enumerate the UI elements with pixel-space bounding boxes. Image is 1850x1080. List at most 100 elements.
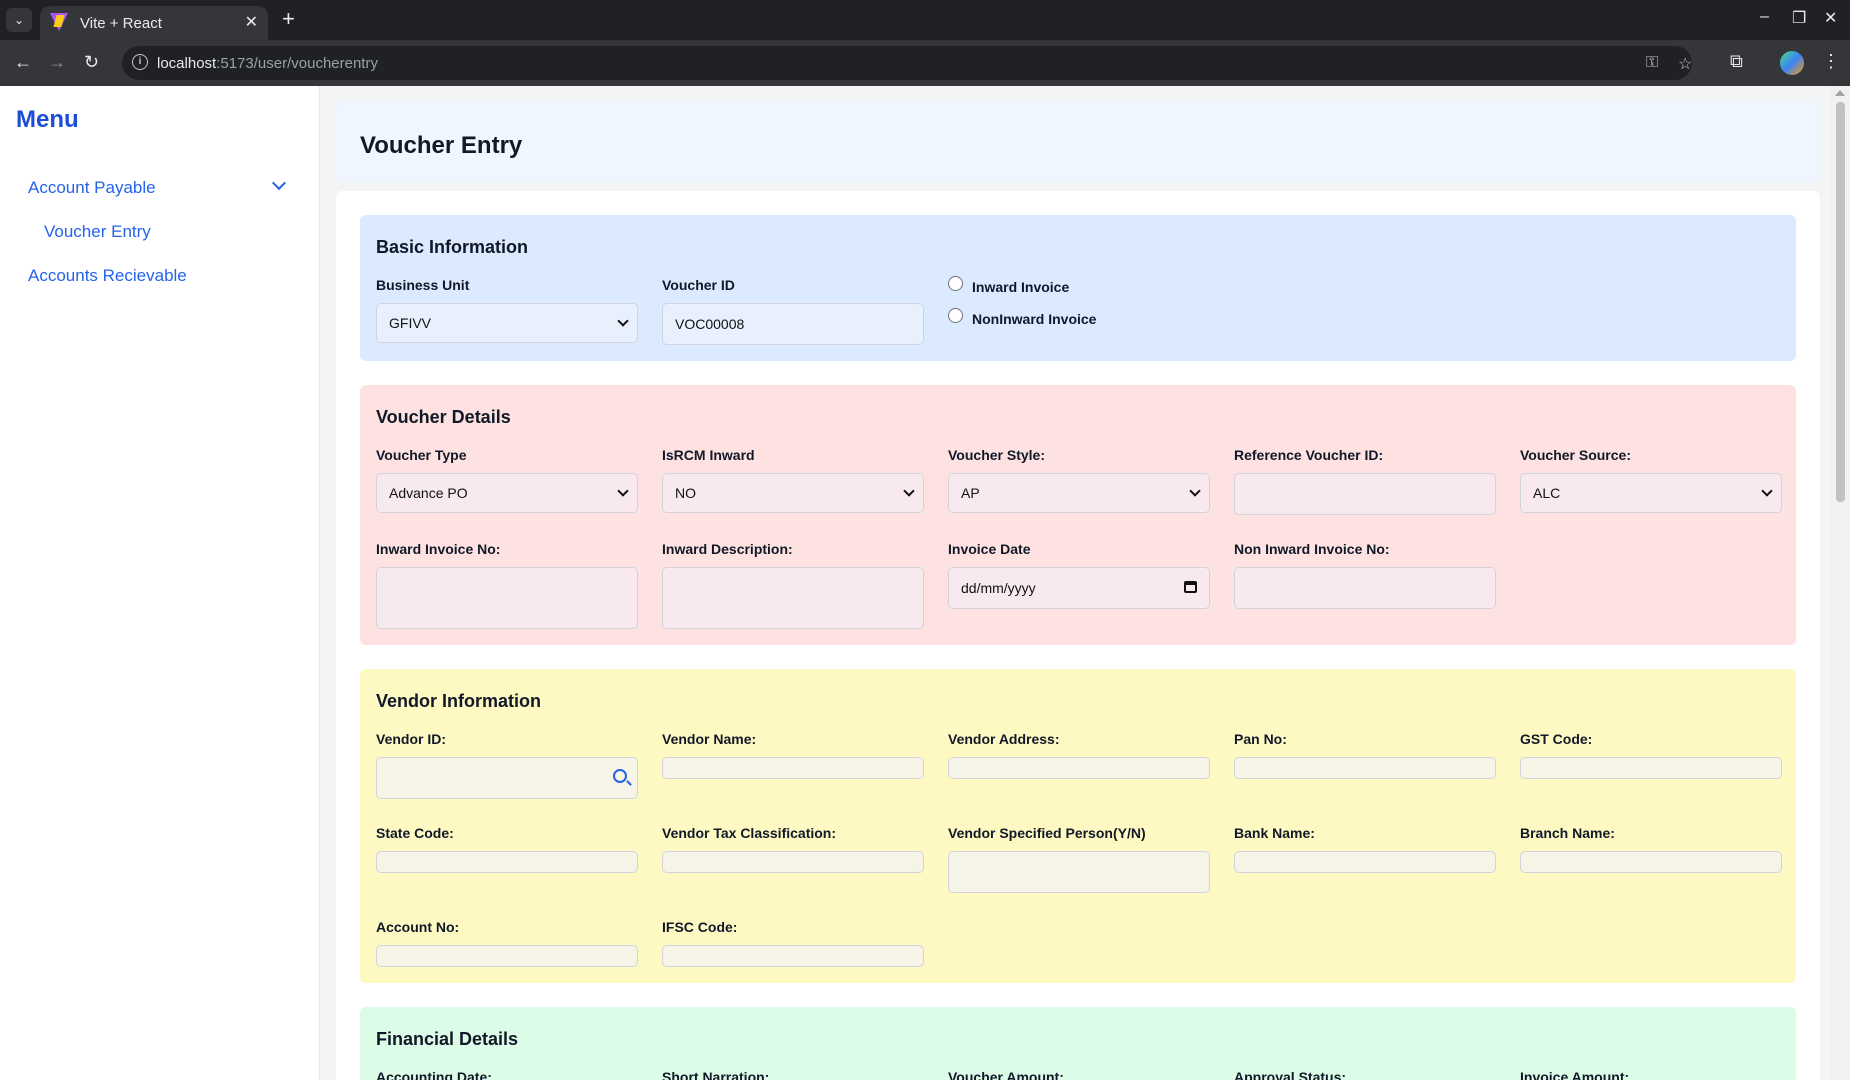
voucher-id-input[interactable]: VOC00008 <box>662 303 924 345</box>
voucher-id-value: VOC00008 <box>675 316 745 332</box>
voucher-details-section: Voucher Details Voucher Type Advance PO … <box>360 385 1796 645</box>
voucher-style-select[interactable]: AP <box>948 473 1210 513</box>
gst-code-input[interactable] <box>1520 757 1782 779</box>
minimize-icon[interactable]: – <box>1760 8 1769 26</box>
page-title: Voucher Entry <box>360 132 523 159</box>
approval-status-label: Approval Status: <box>1234 1069 1347 1080</box>
calendar-icon[interactable] <box>1184 581 1197 593</box>
vendor-tax-classification-input[interactable] <box>662 851 924 873</box>
state-code-input[interactable] <box>376 851 638 873</box>
page-scrollbar[interactable] <box>1830 86 1850 1080</box>
inward-invoice-label: Inward Invoice <box>972 279 1070 295</box>
new-tab-icon[interactable]: + <box>282 8 295 30</box>
search-icon[interactable] <box>613 769 627 783</box>
noninward-invoice-label: NonInward Invoice <box>972 311 1097 327</box>
reference-voucher-id-input[interactable] <box>1234 473 1496 515</box>
sidebar-item-account-payable[interactable]: Account Payable <box>28 178 156 198</box>
account-no-label: Account No: <box>376 919 460 935</box>
sidebar-item-accounts-recievable[interactable]: Accounts Recievable <box>28 266 187 286</box>
ifsc-code-input[interactable] <box>662 945 924 967</box>
voucher-source-select[interactable]: ALC <box>1520 473 1782 513</box>
chevron-down-icon[interactable] <box>271 175 287 191</box>
vendor-id-input[interactable] <box>376 757 638 799</box>
forward-icon[interactable]: → <box>48 52 66 72</box>
extensions-icon[interactable]: ⧉ <box>1730 51 1743 72</box>
url-text: localhost:5173/user/voucherentry <box>157 55 378 72</box>
reference-voucher-id-label: Reference Voucher ID: <box>1234 447 1384 463</box>
scrollbar-thumb[interactable] <box>1836 102 1845 502</box>
non-inward-invoice-no-input[interactable] <box>1234 567 1496 609</box>
close-window-icon[interactable]: ✕ <box>1824 8 1837 28</box>
business-unit-label: Business Unit <box>376 277 470 293</box>
isrcm-inward-select[interactable]: NO <box>662 473 924 513</box>
vendor-name-input[interactable] <box>662 757 924 779</box>
vendor-address-label: Vendor Address: <box>948 731 1060 747</box>
scroll-up-icon[interactable] <box>1835 90 1845 96</box>
profile-avatar[interactable] <box>1780 51 1804 75</box>
back-icon[interactable]: ← <box>14 52 32 72</box>
password-key-icon[interactable]: ⚿ <box>1646 54 1658 72</box>
section-title: Basic Information <box>376 237 529 257</box>
vendor-address-input[interactable] <box>948 757 1210 779</box>
reload-icon[interactable]: ↻ <box>84 52 99 72</box>
restore-icon[interactable]: ❐ <box>1792 8 1806 28</box>
inward-description-textarea[interactable] <box>662 567 924 629</box>
page-header: Voucher Entry <box>336 102 1820 182</box>
invoice-date-input[interactable]: dd/mm/yyyy <box>948 567 1210 609</box>
vendor-id-label: Vendor ID: <box>376 731 447 747</box>
isrcm-inward-value: NO <box>675 485 696 501</box>
inward-description-label: Inward Description: <box>662 541 793 557</box>
pan-no-input[interactable] <box>1234 757 1496 779</box>
sidebar: Menu Account Payable Voucher Entry Accou… <box>0 86 320 1080</box>
voucher-style-label: Voucher Style: <box>948 447 1045 463</box>
noninward-invoice-radio[interactable] <box>948 308 963 323</box>
gst-code-label: GST Code: <box>1520 731 1593 747</box>
vendor-specified-person-label: Vendor Specified Person(Y/N) <box>948 825 1146 841</box>
browser-toolbar: ← → ↻ i localhost:5173/user/voucherentry… <box>0 40 1850 86</box>
vendor-name-label: Vendor Name: <box>662 731 757 747</box>
browser-tab-bar: ⌄ Vite + React ✕ + – ❐ ✕ <box>0 0 1850 40</box>
inward-invoice-radio[interactable] <box>948 276 963 291</box>
invoice-amount-label: Invoice Amount: <box>1520 1069 1630 1080</box>
vendor-specified-person-input[interactable] <box>948 851 1210 893</box>
accounting-date-label: Accounting Date: <box>376 1069 492 1080</box>
short-narration-label: Short Narration: <box>662 1069 770 1080</box>
voucher-form: Basic Information Business Unit GFIVV Vo… <box>336 191 1820 1080</box>
section-title: Voucher Details <box>376 407 511 427</box>
tab-title: Vite + React <box>80 14 162 32</box>
vendor-tax-classification-label: Vendor Tax Classification: <box>662 825 837 841</box>
tab-search-button[interactable]: ⌄ <box>6 8 32 32</box>
invoice-date-label: Invoice Date <box>948 541 1031 557</box>
section-title: Financial Details <box>376 1029 519 1049</box>
state-code-label: State Code: <box>376 825 454 841</box>
chevron-down-icon: ⌄ <box>13 13 25 27</box>
main-content: Voucher Entry Basic Information Business… <box>321 86 1830 1080</box>
browser-tab[interactable]: Vite + React ✕ <box>40 6 268 40</box>
sidebar-item-voucher-entry[interactable]: Voucher Entry <box>44 222 151 242</box>
vendor-information-section: Vendor Information Vendor ID: Vendor Nam… <box>360 669 1796 983</box>
close-tab-icon[interactable]: ✕ <box>245 12 258 32</box>
isrcm-inward-label: IsRCM Inward <box>662 447 755 463</box>
account-no-input[interactable] <box>376 945 638 967</box>
menu-title: Menu <box>16 106 79 133</box>
business-unit-value: GFIVV <box>389 315 432 331</box>
inward-invoice-no-textarea[interactable] <box>376 567 638 629</box>
address-bar[interactable]: i localhost:5173/user/voucherentry ⚿ ☆ <box>122 46 1692 80</box>
invoice-date-placeholder: dd/mm/yyyy <box>961 580 1036 596</box>
voucher-type-value: Advance PO <box>389 485 468 501</box>
voucher-type-select[interactable]: Advance PO <box>376 473 638 513</box>
bank-name-input[interactable] <box>1234 851 1496 873</box>
inward-invoice-no-label: Inward Invoice No: <box>376 541 501 557</box>
kebab-menu-icon[interactable]: ⋮ <box>1822 51 1840 72</box>
bookmark-star-icon[interactable]: ☆ <box>1678 54 1692 74</box>
voucher-style-value: AP <box>961 485 980 501</box>
branch-name-label: Branch Name: <box>1520 825 1615 841</box>
basic-information-section: Basic Information Business Unit GFIVV Vo… <box>360 215 1796 361</box>
branch-name-input[interactable] <box>1520 851 1782 873</box>
site-info-icon[interactable]: i <box>132 54 148 70</box>
voucher-type-label: Voucher Type <box>376 447 467 463</box>
bank-name-label: Bank Name: <box>1234 825 1315 841</box>
voucher-source-label: Voucher Source: <box>1520 447 1631 463</box>
business-unit-select[interactable]: GFIVV <box>376 303 638 343</box>
voucher-id-label: Voucher ID <box>662 277 735 293</box>
